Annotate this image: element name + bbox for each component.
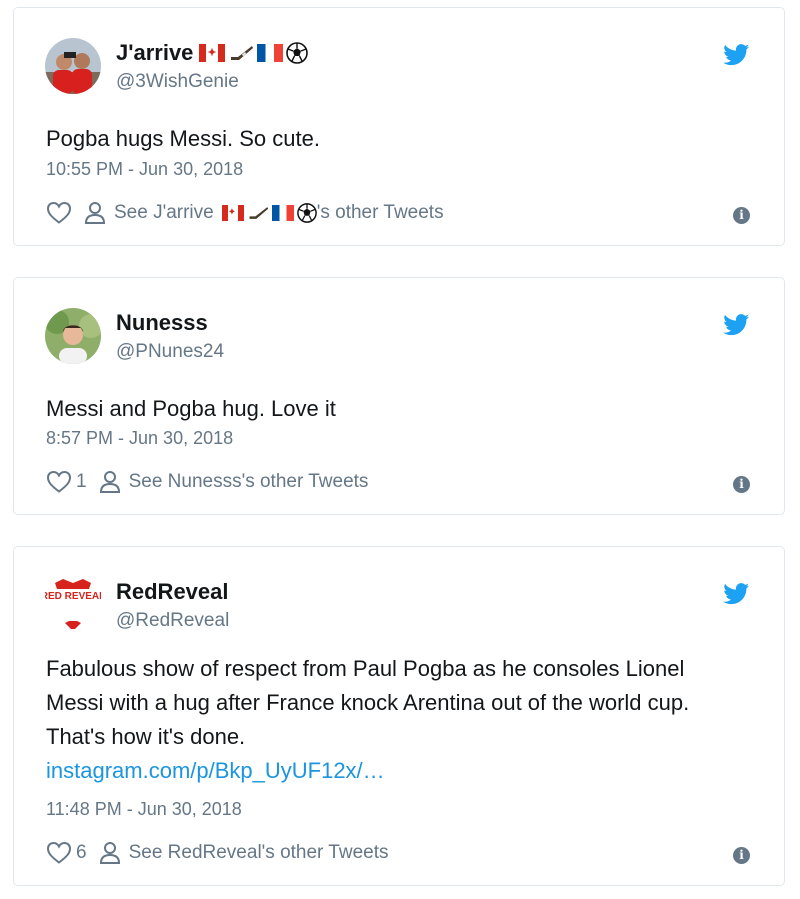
handle[interactable]: @3WishGenie	[116, 71, 239, 93]
name-emojis	[199, 42, 309, 64]
soccer-ball-icon	[286, 42, 309, 64]
tweet-text: Fabulous show of respect from Paul Pogba…	[46, 656, 690, 749]
tweet-card[interactable]: J'arrive @3WishGenie Pogba hugs Messi. S…	[13, 7, 785, 246]
person-icon	[84, 202, 106, 224]
timestamp[interactable]: 10:55 PM - Jun 30, 2018	[46, 159, 243, 180]
other-tweets-prefix: See J'arrive	[114, 202, 214, 223]
display-name-text: J'arrive	[116, 40, 194, 65]
like-heart-icon[interactable]	[46, 201, 72, 225]
see-other-tweets-link[interactable]: See RedReveal's other Tweets	[129, 842, 389, 864]
other-tweets-suffix: 's other Tweets	[316, 202, 444, 223]
name-emojis	[221, 203, 317, 223]
see-other-tweets-link[interactable]: See Nunesss's other Tweets	[129, 471, 369, 493]
display-name[interactable]: Nunesss	[116, 310, 208, 336]
display-name[interactable]: J'arrive	[116, 40, 309, 66]
tweet-text: Messi and Pogba hug. Love it	[46, 396, 336, 421]
timestamp[interactable]: 8:57 PM - Jun 30, 2018	[46, 428, 233, 449]
info-icon[interactable]: i	[733, 476, 750, 493]
tweet-link[interactable]: instagram.com/p/Bkp_UyUF12x/…	[46, 754, 746, 788]
twitter-bird-icon[interactable]	[723, 44, 750, 66]
flag-canada-icon	[221, 205, 244, 221]
avatar-text: RED REVEAL	[45, 591, 101, 602]
hockey-stick-icon	[231, 46, 254, 60]
flag-france-icon	[257, 44, 284, 62]
flag-canada-icon	[199, 44, 226, 62]
tweet-card[interactable]: RED REVEAL RedReveal @RedReveal Fabulous…	[13, 546, 785, 886]
tweet-actions: See J'arrive 's other Tweets	[46, 199, 444, 227]
info-icon[interactable]: i	[733, 847, 750, 864]
avatar[interactable]	[45, 38, 101, 94]
display-name[interactable]: RedReveal	[116, 579, 229, 605]
info-icon[interactable]: i	[733, 207, 750, 224]
hockey-stick-icon	[249, 207, 268, 219]
twitter-bird-icon[interactable]	[723, 314, 750, 336]
tweet-card[interactable]: Nunesss @PNunes24 Messi and Pogba hug. L…	[13, 277, 785, 515]
avatar[interactable]	[45, 308, 101, 364]
flag-france-icon	[271, 205, 294, 221]
tweet-text: Pogba hugs Messi. So cute.	[46, 126, 320, 151]
avatar[interactable]: RED REVEAL	[41, 577, 105, 633]
tweet-body: Fabulous show of respect from Paul Pogba…	[46, 652, 746, 788]
handle[interactable]: @PNunes24	[116, 341, 224, 363]
handle[interactable]: @RedReveal	[116, 610, 229, 632]
person-icon	[99, 471, 120, 493]
timestamp[interactable]: 11:48 PM - Jun 30, 2018	[46, 799, 242, 820]
tweet-actions: 1 See Nunesss's other Tweets	[46, 468, 368, 496]
like-count: 1	[76, 471, 87, 492]
see-other-tweets-link[interactable]: See J'arrive 's other Tweets	[114, 202, 444, 224]
person-icon	[99, 842, 120, 864]
like-heart-icon[interactable]	[46, 470, 72, 494]
tweet-actions: 6 See RedReveal's other Tweets	[46, 839, 389, 867]
soccer-ball-icon	[296, 203, 317, 223]
like-heart-icon[interactable]	[46, 841, 72, 865]
like-count: 6	[76, 842, 87, 863]
twitter-bird-icon[interactable]	[723, 583, 750, 605]
